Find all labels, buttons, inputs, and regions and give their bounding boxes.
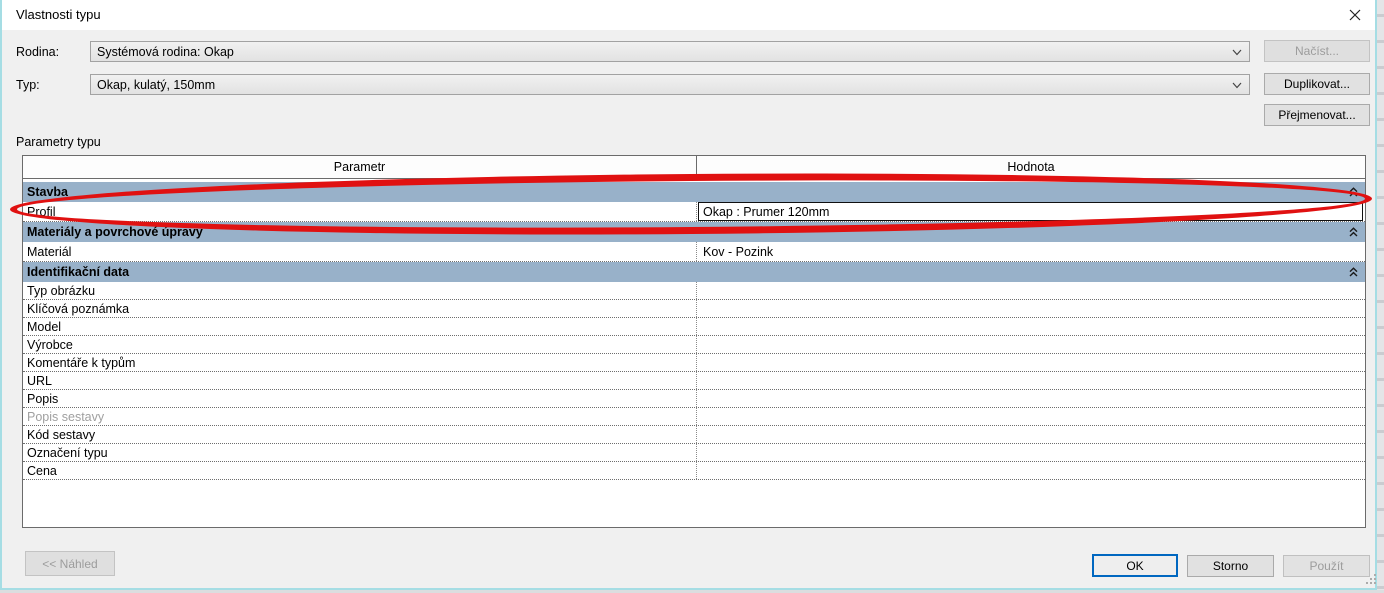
parameter-value-cell[interactable] [697,300,1365,317]
table-row: Kód sestavy [23,426,1365,444]
parameter-name-cell: Materiál [23,242,697,261]
table-row: Typ obrázku [23,282,1365,300]
parameter-value-cell[interactable] [697,354,1365,371]
parameter-value-cell[interactable] [697,426,1365,443]
duplicate-button[interactable]: Duplikovat... [1264,73,1370,95]
parameter-name-cell: Komentáře k typům [23,354,697,371]
table-row: Cena [23,462,1365,480]
column-header-value[interactable]: Hodnota [697,156,1365,178]
parameter-name-cell: Popis sestavy [23,408,697,425]
family-select[interactable]: Systémová rodina: Okap [90,41,1250,62]
dialog-title: Vlastnosti typu [16,7,101,22]
chevron-down-icon [1232,49,1242,56]
parameter-value-cell[interactable] [697,462,1365,479]
type-label: Typ: [16,78,40,92]
group-label: Stavba [27,185,68,199]
table-body: Stavba ProfilOkap : Prumer 120mm Materiály… [23,182,1365,480]
parameter-value-cell[interactable] [697,444,1365,461]
resize-grip-icon[interactable] [1364,572,1377,585]
table-row: Komentáře k typům [23,354,1365,372]
table-header-row: Parametr Hodnota [23,156,1365,179]
family-label: Rodina: [16,45,59,59]
parameter-value-cell[interactable] [697,282,1365,299]
type-select[interactable]: Okap, kulatý, 150mm [90,74,1250,95]
parameter-value-cell[interactable] [697,318,1365,335]
chevron-down-icon [1232,82,1242,89]
type-properties-dialog: Vlastnosti typu Rodina: Systémová rodina… [0,0,1377,590]
parameter-value-cell[interactable]: Okap : Prumer 120mm [697,202,1365,221]
parameter-value-cell[interactable] [697,408,1365,425]
double-chevron-up-icon[interactable] [1349,187,1358,197]
titlebar: Vlastnosti typu [2,0,1375,30]
table-row: Popis [23,390,1365,408]
ok-button[interactable]: OK [1092,554,1178,577]
parameter-value-cell[interactable] [697,372,1365,389]
load-button: Načíst... [1264,40,1370,62]
preview-button: << Náhled [25,551,115,576]
group-label: Identifikační data [27,265,129,279]
table-row: Model [23,318,1365,336]
parameter-name-cell: Cena [23,462,697,479]
parameter-name-cell: URL [23,372,697,389]
parameter-name-cell: Kód sestavy [23,426,697,443]
column-header-parameter[interactable]: Parametr [23,156,697,178]
double-chevron-up-icon[interactable] [1349,227,1358,237]
type-parameters-table: Parametr Hodnota Stavba ProfilOkap : Prum… [22,155,1366,528]
cancel-button[interactable]: Storno [1187,555,1274,577]
table-row: Popis sestavy [23,408,1365,426]
apply-button: Použít [1283,555,1370,577]
group-header-row[interactable]: Materiály a povrchové úpravy [23,222,1365,242]
type-parameters-label: Parametry typu [16,135,101,149]
group-header-row[interactable]: Identifikační data [23,262,1365,282]
double-chevron-up-icon[interactable] [1349,267,1358,277]
table-row: MateriálKov - Pozink [23,242,1365,262]
parameter-name-cell: Profil [23,202,697,221]
background-window-strip [1377,0,1384,593]
group-label: Materiály a povrchové úpravy [27,225,203,239]
parameter-name-cell: Označení typu [23,444,697,461]
parameter-value-cell[interactable] [697,390,1365,407]
parameter-value-cell[interactable]: Kov - Pozink [697,242,1365,261]
close-button[interactable] [1334,0,1375,29]
table-row: Označení typu [23,444,1365,462]
table-row: ProfilOkap : Prumer 120mm [23,202,1365,222]
value-edit-box[interactable]: Okap : Prumer 120mm [698,202,1363,221]
parameter-name-cell: Popis [23,390,697,407]
family-value: Systémová rodina: Okap [97,45,234,59]
rename-button[interactable]: Přejmenovat... [1264,104,1370,126]
parameter-name-cell: Model [23,318,697,335]
type-value: Okap, kulatý, 150mm [97,78,215,92]
parameter-name-cell: Klíčová poznámka [23,300,697,317]
parameter-name-cell: Typ obrázku [23,282,697,299]
group-header-row[interactable]: Stavba [23,182,1365,202]
close-icon [1349,9,1361,21]
parameter-name-cell: Výrobce [23,336,697,353]
table-row: URL [23,372,1365,390]
table-row: Klíčová poznámka [23,300,1365,318]
parameter-value-cell[interactable] [697,336,1365,353]
table-row: Výrobce [23,336,1365,354]
